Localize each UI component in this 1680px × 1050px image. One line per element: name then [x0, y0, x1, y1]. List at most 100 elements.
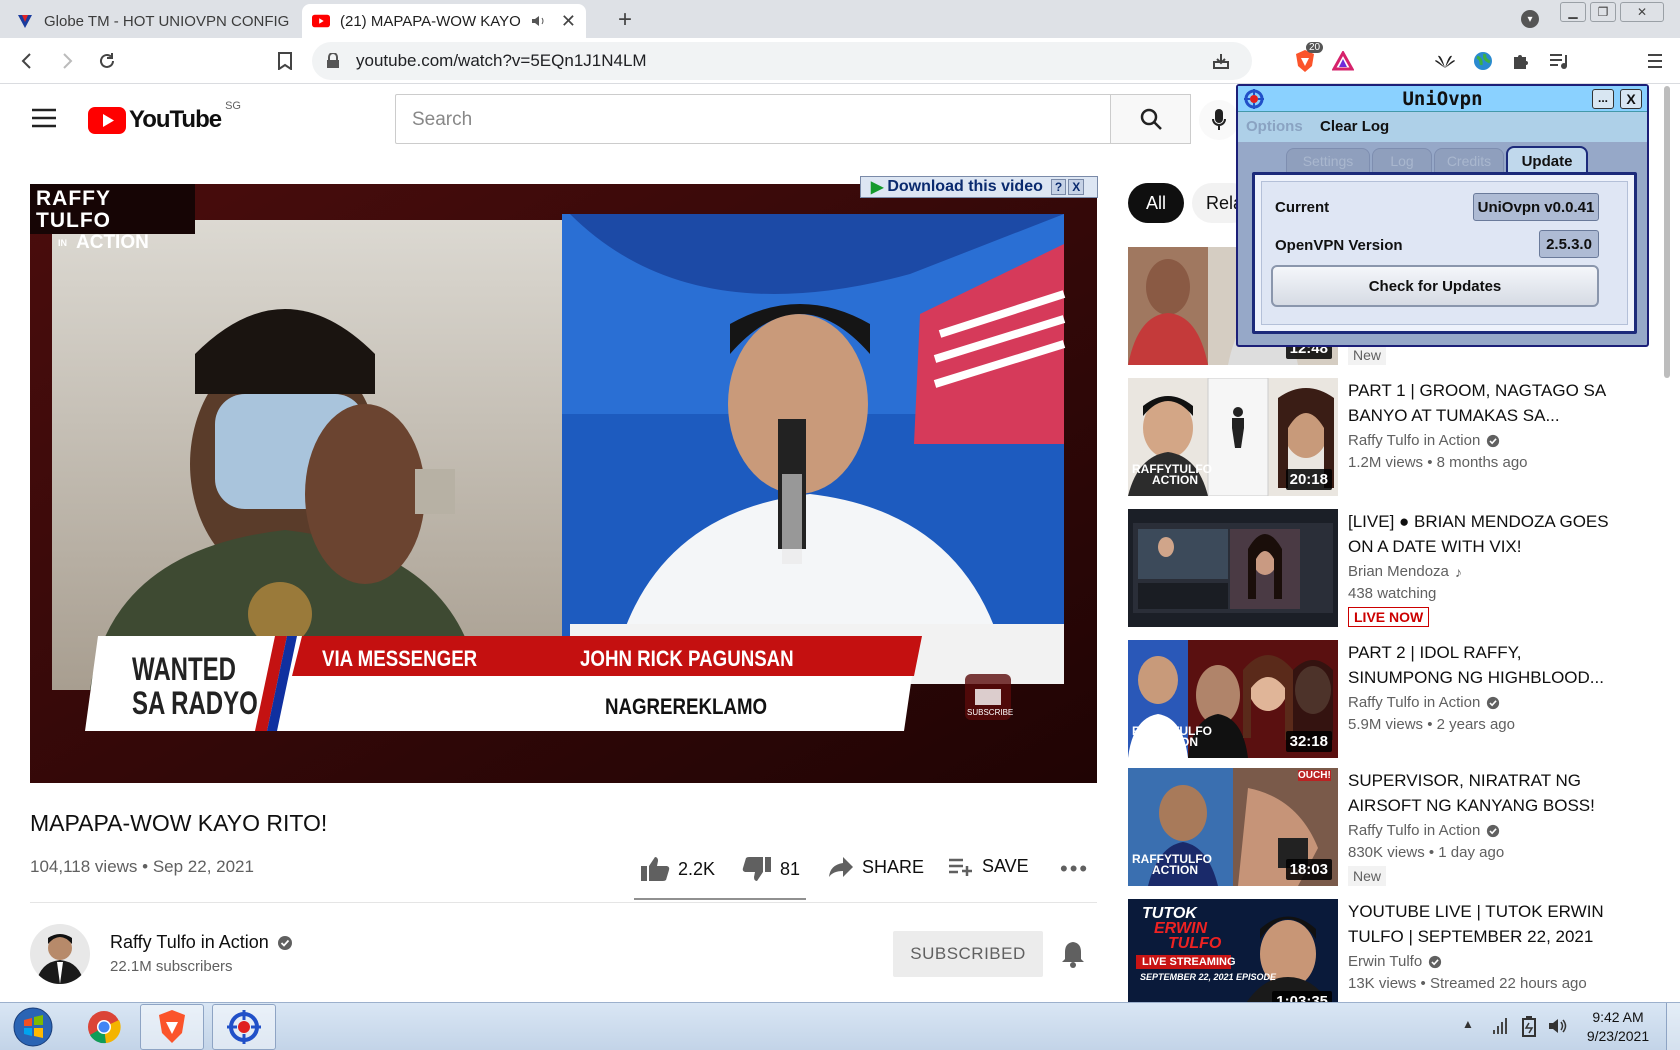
network-icon[interactable] [1492, 1017, 1508, 1040]
brave-icon [159, 1010, 185, 1043]
close-icon[interactable]: X [1068, 179, 1085, 195]
save-label: SAVE [982, 856, 1029, 876]
openvpn-label: OpenVPN Version [1275, 237, 1403, 254]
clock[interactable]: 9:42 AM 9/23/2021 [1580, 1009, 1656, 1044]
video-thumbnail[interactable]: RAFFYTULFO ACTION 32:18 [1128, 640, 1338, 758]
extension-huawei-icon[interactable] [1430, 46, 1460, 76]
tab-search-icon[interactable]: ▾ [1521, 10, 1539, 28]
divider [30, 902, 1097, 903]
extension-vpn-globe-icon[interactable] [1468, 46, 1498, 76]
video-thumbnail[interactable]: RAFFYTULFO ACTION 20:18 [1128, 378, 1338, 496]
help-icon[interactable]: ? [1050, 179, 1067, 195]
back-icon[interactable] [12, 46, 42, 76]
tab-globe[interactable]: Globe TM - HOT UNIOVPN CONFIG 10 [6, 4, 302, 38]
thumb-logo: RAFFYTULFO ACTION [1132, 724, 1212, 749]
bookmark-icon[interactable] [270, 46, 300, 76]
speaker-icon[interactable] [531, 14, 547, 28]
save-button[interactable]: SAVE [948, 856, 1029, 877]
share-label: SHARE [862, 856, 925, 877]
video-player[interactable]: RAFFY TULFO IN ACTION WANTED SA RADYO VIA … [30, 184, 1097, 783]
page-scrollbar-thumb[interactable] [1664, 86, 1670, 378]
video-title: MAPAPA-WOW KAYO RITO! [30, 810, 328, 836]
sentiment-bar [634, 898, 806, 900]
taskbar-brave[interactable] [140, 1004, 204, 1050]
verified-icon [1487, 434, 1500, 447]
play-triangle-icon: ▶ [871, 179, 884, 196]
thumbs-down-icon [742, 857, 771, 881]
tab-log[interactable]: Log [1372, 148, 1432, 172]
close-button[interactable]: X [1620, 89, 1642, 109]
brave-rewards-icon[interactable] [1328, 46, 1358, 76]
tab-credits[interactable]: Credits [1434, 148, 1504, 172]
tab-youtube[interactable]: (21) MAPAPA-WOW KAYO RITO! ✕ [302, 4, 586, 38]
close-window-icon[interactable]: ✕ [1620, 2, 1664, 22]
recommendation-item[interactable]: RAFFYTULFO ACTION 32:18 PART 2 | IDOL RAF… [1128, 640, 1638, 758]
hamburger-menu-icon[interactable] [32, 108, 56, 133]
dislike-button[interactable]: 81 [742, 856, 800, 882]
tray-expand-icon[interactable]: ▲ [1462, 1017, 1474, 1031]
search-button[interactable] [1111, 94, 1191, 144]
recommendation-channel: Raffy Tulfo in Action [1348, 694, 1500, 711]
more-actions-icon[interactable]: ••• [1060, 856, 1089, 882]
recommendation-title: SUPERVISOR, NIRATRAT NG AIRSOFT NG KANYA… [1348, 771, 1595, 815]
media-playlist-icon[interactable] [1544, 46, 1574, 76]
start-button[interactable] [6, 1005, 60, 1049]
recommendation-item[interactable]: [LIVE] ● BRIAN MENDOZA GOES ON A DATE WI… [1128, 509, 1638, 627]
taskbar-chrome[interactable] [72, 1004, 136, 1050]
new-badge: New [1348, 345, 1387, 365]
like-button[interactable]: 2.2K [640, 856, 715, 882]
menu-options[interactable]: Options [1246, 118, 1303, 135]
minimize-button[interactable]: ... [1592, 89, 1614, 109]
show-desktop-button[interactable] [1666, 1003, 1680, 1050]
windows-taskbar: ▲ 9:42 AM 9/23/2021 [0, 1002, 1680, 1050]
recommendation-title: PART 2 | IDOL RAFFY, SINUMPONG NG HIGHBL… [1348, 643, 1604, 687]
tab-title: Globe TM - HOT UNIOVPN CONFIG 10 [44, 12, 292, 30]
recommendation-item[interactable]: OUCH! RAFFYTULFO ACTION 18:03 SUPERVISOR,… [1128, 768, 1638, 886]
brave-shields-icon[interactable]: 20 [1290, 42, 1324, 76]
recommendation-channel: Erwin Tulfo [1348, 953, 1442, 970]
subscribe-watermark[interactable]: SUBSCRIBE [967, 708, 1013, 717]
taskbar-uniovpn[interactable] [212, 1004, 276, 1050]
chip-all[interactable]: All [1128, 183, 1184, 223]
forward-icon[interactable] [52, 46, 82, 76]
reload-icon[interactable] [92, 46, 122, 76]
new-badge: New [1348, 866, 1387, 886]
uniovpn-titlebar[interactable]: UniOvpn ... X [1238, 86, 1647, 112]
channel-avatar[interactable] [30, 924, 90, 984]
subscriber-count: 22.1M subscribers [110, 958, 233, 975]
close-tab-icon[interactable]: ✕ [561, 11, 576, 32]
minimize-window-icon[interactable]: ▁ [1560, 2, 1586, 22]
subscribed-button[interactable]: SUBSCRIBED [893, 931, 1043, 977]
playlist-add-icon [949, 858, 972, 876]
recommendation-item[interactable]: RAFFYTULFO ACTION 20:18 PART 1 | GROOM, N… [1128, 378, 1638, 496]
recommendation-meta: 5.9M views • 2 years ago [1348, 716, 1515, 733]
thumb-logo: RAFFYTULFO ACTION [1132, 462, 1212, 487]
youtube-logo[interactable]: YouTube SG [88, 100, 241, 134]
download-video-bar[interactable]: ▶ Download this video ? X [860, 176, 1098, 198]
new-tab-icon[interactable]: + [618, 6, 632, 34]
uniovpn-title: UniOvpn [1402, 88, 1483, 110]
recommendation-item[interactable]: TUTOK ERWIN TULFO LIVE STREAMING SEPTEMB… [1128, 899, 1638, 1017]
voice-search-button[interactable] [1199, 100, 1239, 140]
power-icon[interactable] [1520, 1015, 1538, 1042]
recommendation-meta: 1.2M views • 8 months ago [1348, 454, 1528, 471]
search-input[interactable]: Search [395, 94, 1111, 144]
video-thumbnail[interactable] [1128, 509, 1338, 627]
like-count: 2.2K [678, 858, 716, 879]
browser-menu-icon[interactable] [1640, 46, 1670, 76]
thumbs-up-icon [641, 857, 670, 881]
restore-window-icon[interactable]: ❐ [1590, 2, 1616, 22]
extensions-puzzle-icon[interactable] [1506, 46, 1536, 76]
check-for-updates-button[interactable]: Check for Updates [1271, 265, 1599, 307]
tab-update[interactable]: Update [1506, 146, 1588, 174]
channel-name[interactable]: Raffy Tulfo in Action [110, 932, 293, 953]
tab-settings[interactable]: Settings [1286, 148, 1370, 172]
share-button[interactable]: SHARE [828, 856, 924, 878]
menu-clear-log[interactable]: Clear Log [1320, 118, 1389, 135]
notification-bell-icon[interactable] [1060, 940, 1086, 973]
address-bar[interactable]: youtube.com/watch?v=5EQn1J1N4LM [312, 42, 1252, 80]
video-thumbnail[interactable]: TUTOK ERWIN TULFO LIVE STREAMING SEPTEMB… [1128, 899, 1338, 1002]
video-thumbnail[interactable]: OUCH! RAFFYTULFO ACTION 18:03 [1128, 768, 1338, 886]
volume-icon[interactable] [1548, 1016, 1568, 1041]
install-app-icon[interactable] [1212, 52, 1230, 70]
